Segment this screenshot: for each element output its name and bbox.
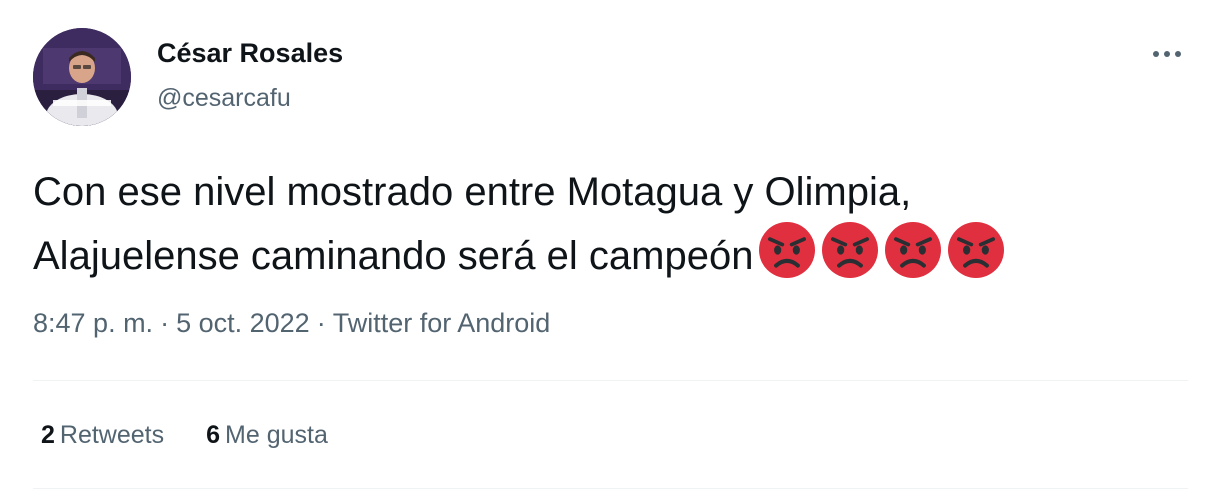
tweet-text: Con ese nivel mostrado entre Motagua y O… (33, 163, 1193, 286)
tweet-text-line-content: Alajuelense caminando será el campeón (33, 234, 754, 278)
user-handle[interactable]: @cesarcafu (157, 84, 291, 113)
angry-face-icon (822, 222, 879, 278)
tweet-date[interactable]: 5 oct. 2022 (176, 308, 310, 338)
tweet-time[interactable]: 8:47 p. m. (33, 308, 153, 338)
retweets-label: Retweets (59, 421, 165, 449)
angry-face-icon (948, 222, 1005, 278)
likes-label: Me gusta (225, 421, 328, 449)
tweet-meta: 8:47 p. m. · 5 oct. 2022 · Twitter for Andro… (33, 308, 550, 339)
avatar[interactable] (33, 28, 131, 126)
emoji-group (759, 222, 1005, 278)
angry-face-icon (885, 222, 942, 278)
angry-face-icon (759, 222, 816, 278)
tweet-card: César Rosales @cesarcafu Con ese nivel m… (0, 0, 1224, 489)
likes-stat[interactable]: 6 Me gusta (206, 421, 328, 450)
retweets-stat[interactable]: 2 Retweets (41, 421, 164, 450)
meta-separator: · (316, 308, 326, 338)
meta-separator: · (160, 308, 170, 338)
retweets-count: 2 (41, 421, 55, 449)
tweet-text-line: Alajuelense caminando será el campeón (33, 222, 1193, 286)
engagement-stats: 2 Retweets 6 Me gusta (41, 421, 328, 450)
more-dot-icon (1153, 51, 1159, 57)
more-options-button[interactable] (1145, 36, 1189, 72)
more-dot-icon (1164, 51, 1170, 57)
likes-count: 6 (206, 421, 221, 449)
tweet-text-line: Con ese nivel mostrado entre Motagua y O… (33, 170, 912, 214)
profile-photo-icon (33, 28, 131, 126)
divider (33, 380, 1188, 381)
tweet-source[interactable]: Twitter for Android (333, 308, 551, 338)
display-name[interactable]: César Rosales (157, 38, 343, 69)
more-dot-icon (1175, 51, 1181, 57)
